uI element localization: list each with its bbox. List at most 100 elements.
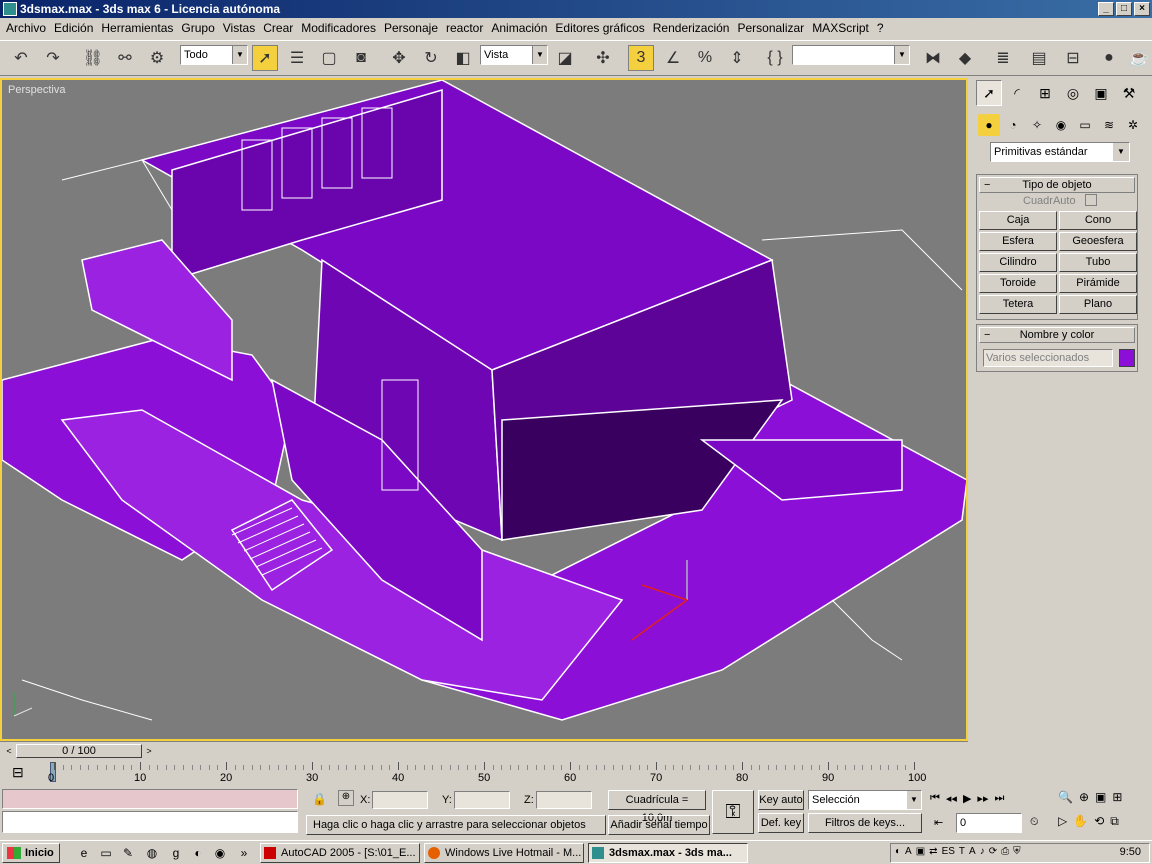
category-dropdown[interactable]: Primitivas estándar ▼ — [990, 142, 1130, 162]
layer-manager-icon[interactable]: ≣ — [990, 45, 1016, 71]
menu-personalizar[interactable]: Personalizar — [733, 21, 808, 35]
tray-volume-icon[interactable]: ♪ — [980, 846, 985, 857]
tray-printer-icon[interactable]: ⎙ — [1001, 846, 1009, 857]
menu-archivo[interactable]: Archivo — [2, 21, 50, 35]
object-type-header[interactable]: − Tipo de objeto — [979, 177, 1135, 193]
tray-network-icon[interactable]: ⇄ — [929, 846, 937, 857]
lock-icon[interactable]: 🔒 — [312, 792, 327, 806]
time-slider-thumb[interactable]: 0 / 100 — [16, 744, 142, 758]
taskbar-item-hotmail[interactable]: Windows Live Hotmail - M... — [424, 843, 584, 863]
shapes-icon[interactable]: ◔ — [1002, 114, 1024, 136]
menu-herramientas[interactable]: Herramientas — [97, 21, 177, 35]
schematic-view-icon[interactable]: ⊟ — [1060, 45, 1086, 71]
time-slider[interactable]: < 0 / 100 > — [0, 741, 968, 759]
tray-text-icon[interactable]: T — [959, 846, 965, 857]
play-icon[interactable]: ▶ — [963, 792, 971, 805]
close-button[interactable]: × — [1134, 2, 1150, 16]
maximize-button[interactable]: □ — [1116, 2, 1132, 16]
media-icon[interactable]: ◐ — [190, 845, 206, 861]
select-by-name-icon[interactable]: ☰ — [284, 45, 310, 71]
maxscript-listener-pink[interactable] — [2, 789, 298, 809]
current-frame-field[interactable]: 0 — [956, 813, 1022, 833]
absolute-mode-icon[interactable]: ⊕ — [338, 790, 354, 806]
move-icon[interactable]: ✥ — [386, 45, 412, 71]
zoom-icon[interactable]: 🔍 — [1058, 790, 1073, 804]
key-filter-select[interactable]: Selección ▼ — [808, 790, 922, 810]
tetera-button[interactable]: Tetera — [979, 295, 1057, 314]
scale-icon[interactable]: ◧ — [450, 45, 476, 71]
spinner-snap-icon[interactable]: ⇕ — [724, 45, 750, 71]
menu-editores-graficos[interactable]: Editores gráficos — [551, 21, 648, 35]
track-bar[interactable]: ⊟ 0 10 20 30 40 50 60 70 80 90 100 — [0, 760, 968, 786]
z-coordinate-field[interactable] — [536, 791, 592, 809]
zoom-extents-all-icon[interactable]: ⊞ — [1112, 790, 1122, 804]
tray-language-icon[interactable]: ES — [942, 846, 955, 857]
minimize-button[interactable]: _ — [1098, 2, 1114, 16]
undo-icon[interactable]: ↶ — [8, 45, 34, 71]
rotate-icon[interactable]: ↻ — [418, 45, 444, 71]
select-object-icon[interactable]: ➚ — [252, 45, 278, 71]
caja-button[interactable]: Caja — [979, 211, 1057, 230]
color-swatch[interactable] — [1119, 349, 1135, 367]
modify-tab-icon[interactable]: ◜ — [1004, 80, 1030, 106]
tray-adobe-icon[interactable]: A — [905, 846, 912, 857]
material-editor-icon[interactable]: ● — [1096, 45, 1122, 71]
menu-reactor[interactable]: reactor — [442, 21, 487, 35]
menu-vistas[interactable]: Vistas — [219, 21, 259, 35]
key-filters-button[interactable]: Filtros de keys... — [808, 813, 922, 833]
menu-personaje[interactable]: Personaje — [380, 21, 442, 35]
mini-curve-editor-icon[interactable]: ⊟ — [12, 764, 32, 782]
render-scene-icon[interactable]: ☕ — [1126, 45, 1152, 71]
next-frame-icon[interactable]: ▸▸ — [977, 792, 988, 805]
taskbar-item-3dsmax[interactable]: 3dsmax.max - 3ds ma... — [588, 843, 748, 863]
chevron-right-icon[interactable]: > — [142, 744, 156, 758]
bind-space-warp-icon[interactable]: ⚙ — [144, 45, 170, 71]
named-selection-select[interactable]: ▼ — [792, 45, 910, 65]
menu-edicion[interactable]: Edición — [50, 21, 97, 35]
name-color-header[interactable]: − Nombre y color — [979, 327, 1135, 343]
cilindro-button[interactable]: Cilindro — [979, 253, 1057, 272]
snap-toggle-icon[interactable]: 3 — [628, 45, 654, 71]
select-manipulate-icon[interactable]: ✣ — [590, 45, 616, 71]
google-icon[interactable]: g — [168, 845, 184, 861]
menu-animacion[interactable]: Animación — [487, 21, 551, 35]
menu-crear[interactable]: Crear — [259, 21, 297, 35]
maxscript-listener-white[interactable] — [2, 811, 298, 833]
chevron-left-icon[interactable]: < — [2, 744, 16, 758]
motion-tab-icon[interactable]: ◎ — [1060, 80, 1086, 106]
browser-icon[interactable]: ◍ — [144, 845, 160, 861]
x-coordinate-field[interactable] — [372, 791, 428, 809]
add-time-tag-button[interactable]: Añadir señal tiempo — [608, 815, 710, 835]
pivot-center-icon[interactable]: ◪ — [552, 45, 578, 71]
mirror-icon[interactable]: ⧓ — [920, 45, 946, 71]
zoom-extents-icon[interactable]: ▣ — [1095, 790, 1106, 804]
space-warps-icon[interactable]: ≋ — [1098, 114, 1120, 136]
more-icon[interactable]: » — [236, 845, 252, 861]
field-of-view-icon[interactable]: ▷ — [1058, 814, 1067, 829]
tray-monitor-icon[interactable]: ▣ — [916, 846, 925, 857]
menu-help[interactable]: ? — [873, 21, 888, 35]
menu-renderizacion[interactable]: Renderización — [649, 21, 734, 35]
hierarchy-tab-icon[interactable]: ⊞ — [1032, 80, 1058, 106]
cameras-icon[interactable]: ◉ — [1050, 114, 1072, 136]
tray-font-icon[interactable]: A — [969, 846, 976, 857]
set-key-button[interactable]: Def. key — [758, 813, 804, 833]
menu-grupo[interactable]: Grupo — [177, 21, 218, 35]
perspective-viewport[interactable]: Perspectiva — [0, 78, 968, 741]
y-coordinate-field[interactable] — [454, 791, 510, 809]
geometry-icon[interactable]: ● — [978, 114, 1000, 136]
edit-named-selection-icon[interactable]: { } — [762, 45, 788, 71]
previous-frame-icon[interactable]: ◂◂ — [946, 792, 957, 805]
rectangular-selection-icon[interactable]: ▢ — [316, 45, 342, 71]
go-to-start-icon[interactable]: ⏮ — [930, 792, 940, 805]
geoesfera-button[interactable]: Geoesfera — [1059, 232, 1137, 251]
track-view-icon[interactable]: ▤ — [1026, 45, 1052, 71]
lights-icon[interactable]: ✧ — [1026, 114, 1048, 136]
tray-security-icon[interactable]: ⛨ — [1013, 846, 1021, 857]
menu-modificadores[interactable]: Modificadores — [297, 21, 380, 35]
object-name-field[interactable]: Varios seleccionados — [983, 349, 1113, 367]
maximize-viewport-icon[interactable]: ⧉ — [1110, 814, 1119, 829]
go-to-end-icon[interactable]: ⏭ — [994, 792, 1004, 805]
notepad-icon[interactable]: ✎ — [120, 845, 136, 861]
autogrid-checkbox[interactable] — [1085, 194, 1097, 206]
